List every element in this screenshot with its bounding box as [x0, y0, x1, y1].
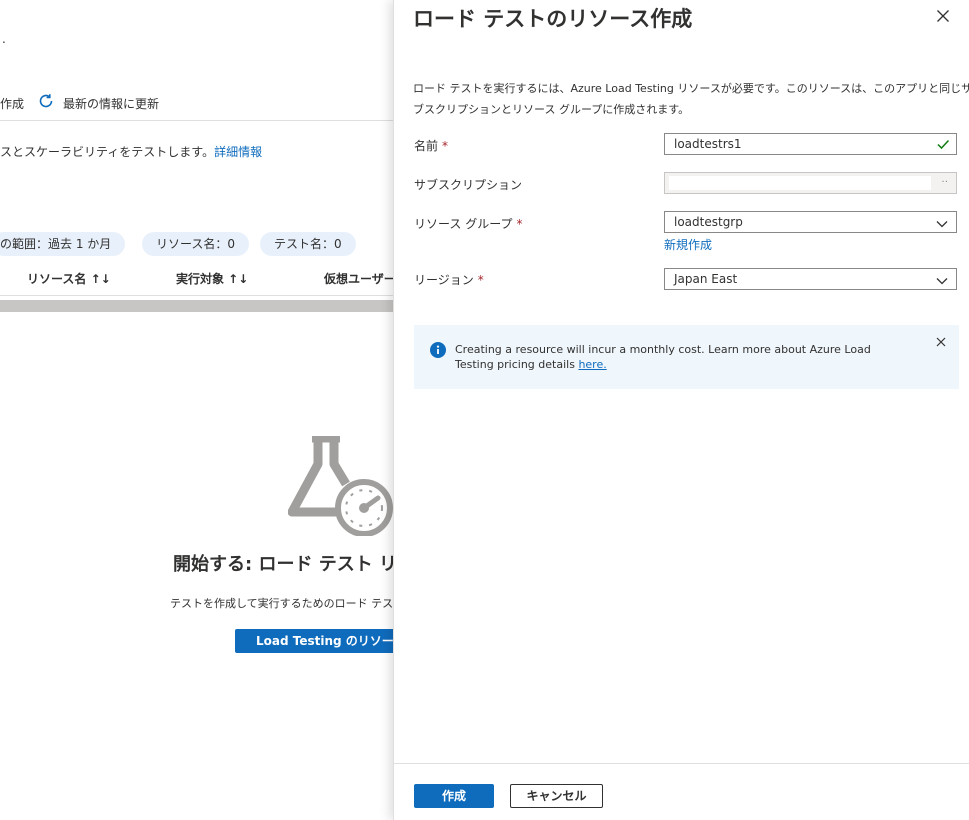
flask-gauge-icon — [287, 433, 393, 537]
empty-state-description: テストを作成して実行するためのロード テスト — [170, 597, 393, 610]
valid-check-icon — [936, 137, 950, 157]
dismiss-info-icon[interactable] — [935, 336, 947, 351]
subscription-label: サブスクリプション — [414, 178, 523, 192]
toolbar-create-button[interactable]: 作成 — [0, 95, 24, 112]
panel-title: ロード テストのリソース作成 — [413, 7, 693, 31]
cost-info-bar: Creating a resource will incur a monthly… — [414, 325, 959, 389]
column-header-virtual-users[interactable]: 仮想ユーザー — [324, 270, 393, 287]
cancel-button[interactable]: キャンセル — [510, 784, 603, 808]
create-new-resource-group-link[interactable]: 新規作成 — [664, 236, 712, 253]
pricing-details-link[interactable]: here. — [578, 358, 606, 371]
learn-more-link[interactable]: 詳細情報 — [214, 145, 262, 159]
background-page: . 作成 最新の情報に更新 スとスケーラビリティをテストします。詳細情報 の範囲… — [0, 0, 393, 820]
create-resource-panel: ロード テストのリソース作成 ロード テストを実行するには、Azure Load… — [393, 0, 969, 820]
refresh-icon[interactable] — [37, 92, 55, 110]
filter-pill-time-range[interactable]: の範囲：過去 1 か月 — [0, 232, 126, 256]
name-input[interactable]: loadtestrs1 — [664, 133, 957, 155]
toolbar-refresh-button[interactable]: 最新の情報に更新 — [63, 95, 159, 112]
header-divider — [0, 295, 393, 296]
subscription-value-mask — [669, 176, 931, 190]
filter-pill-resource-name[interactable]: リソース名：0 — [142, 232, 250, 256]
subscription-dropdown[interactable]: ‥ — [664, 172, 957, 194]
resource-group-dropdown[interactable]: loadtestgrp — [664, 211, 957, 233]
breadcrumb-fragment: . — [2, 32, 6, 46]
chevron-down-icon — [936, 273, 948, 293]
column-header-target[interactable]: 実行対象 ↑↓ — [176, 270, 248, 287]
ellipsis-icon: ‥ — [941, 174, 948, 185]
info-icon — [430, 342, 446, 361]
name-label: 名前 * — [414, 139, 449, 153]
region-dropdown[interactable]: Japan East — [664, 268, 957, 290]
empty-state-title: 開始する: ロード テスト リソ — [173, 554, 393, 575]
create-load-testing-resource-button[interactable]: Load Testing のリソースの — [235, 629, 393, 653]
create-button[interactable]: 作成 — [414, 784, 494, 808]
close-icon[interactable] — [934, 7, 952, 25]
toolbar-divider — [0, 120, 393, 121]
column-header-resource-name[interactable]: リソース名 ↑↓ — [27, 270, 111, 287]
region-label: リージョン * — [414, 273, 484, 287]
page-description: スとスケーラビリティをテストします。詳細情報 — [0, 145, 263, 159]
cost-info-text: Creating a resource will incur a monthly… — [455, 343, 871, 371]
panel-intro: ロード テストを実行するには、Azure Load Testing リソースが必… — [413, 82, 969, 116]
footer-divider — [394, 763, 969, 764]
filter-pill-test-name[interactable]: テスト名：0 — [260, 232, 356, 256]
resource-group-label: リソース グループ * — [414, 217, 523, 231]
horizontal-scrollbar[interactable] — [0, 300, 393, 312]
chevron-down-icon — [936, 216, 948, 236]
